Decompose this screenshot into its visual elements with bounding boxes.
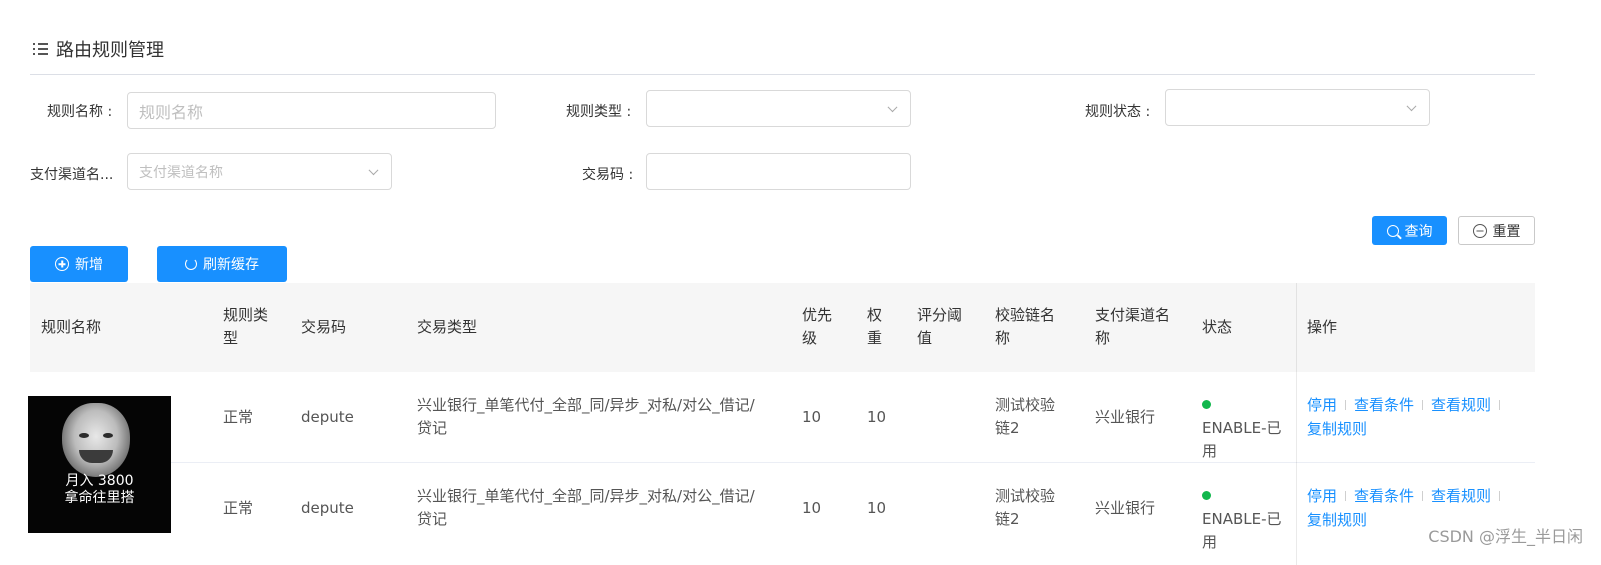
column-header-channel: 支付渠道名 称 [1095, 306, 1171, 347]
rule-name-label: 规则名称 : [47, 104, 113, 120]
reset-button[interactable]: 重置 [1458, 216, 1535, 245]
search-icon [1386, 224, 1399, 237]
watermark-text: CSDN @浮生_半日闲 [1428, 527, 1583, 546]
status-text: ENABLE-已 用 [1202, 419, 1282, 460]
chevron-down-icon [1406, 100, 1417, 111]
column-header-weight: 权 重 [867, 306, 883, 347]
page-title: 路由规则管理 [33, 36, 164, 62]
copy-rule-link[interactable]: 复制规则 [1307, 420, 1367, 438]
list-icon [33, 43, 48, 55]
channel-name-label: 支付渠道名... [30, 167, 114, 183]
view-rule-link[interactable]: 查看规则 [1431, 487, 1491, 505]
rule-type-label: 规则类型 : [566, 104, 632, 120]
trade-code-input[interactable] [646, 153, 911, 190]
column-header-status: 状态 [1202, 318, 1233, 336]
rule-type-select[interactable] [646, 90, 911, 127]
cell-priority: 10 [802, 408, 822, 426]
chevron-down-icon [887, 101, 898, 112]
rule-status-select[interactable] [1165, 89, 1430, 126]
view-conditions-link[interactable]: 查看条件 [1354, 396, 1414, 414]
header-divider [30, 74, 1535, 75]
rule-name-placeholder: 规则名称 [139, 102, 204, 122]
cell-channel: 兴业银行 [1095, 408, 1156, 426]
meme-caption-line1: 月入 3800 [65, 473, 134, 489]
reset-button-label: 重置 [1492, 223, 1521, 240]
view-conditions-link[interactable]: 查看条件 [1354, 487, 1414, 505]
column-header-actions: 操作 [1307, 318, 1338, 336]
status-dot [1202, 491, 1211, 500]
view-rule-link[interactable]: 查看规则 [1431, 396, 1491, 414]
cell-trade-type: 兴业银行_单笔代付_全部_同/异步_对私/对公_借记/ 贷记 [417, 487, 755, 528]
rule-name-input[interactable]: 规则名称 [127, 92, 496, 129]
column-header-rule-type: 规则类 型 [223, 306, 269, 347]
chevron-down-icon [368, 164, 379, 175]
copy-rule-link[interactable]: 复制规则 [1307, 511, 1367, 529]
query-button[interactable]: 查询 [1372, 216, 1447, 245]
cell-chain-name: 测试校验 链2 [995, 487, 1056, 528]
add-button[interactable]: 新增 [30, 246, 128, 282]
plus-circle-icon [55, 257, 69, 271]
query-button-label: 查询 [1404, 223, 1433, 240]
row-actions: 停用 查看条件 查看规则 复制规则 [1307, 394, 1508, 442]
disable-link[interactable]: 停用 [1307, 396, 1337, 414]
cell-trade-type: 兴业银行_单笔代付_全部_同/异步_对私/对公_借记/ 贷记 [417, 396, 755, 437]
column-header-chain-name: 校验链名 称 [995, 306, 1056, 347]
refresh-icon [185, 258, 197, 270]
page-title-text: 路由规则管理 [56, 40, 164, 61]
cell-status: ENABLE-已 用 [1202, 394, 1302, 463]
meme-image: 月入 3800 拿命往里搭 [28, 396, 171, 533]
cell-priority: 10 [802, 499, 822, 517]
cell-trade-code: depute [301, 499, 354, 517]
column-header-priority: 优先 级 [802, 306, 833, 347]
cell-trade-code: depute [301, 408, 354, 426]
refresh-cache-button[interactable]: 刷新缓存 [157, 246, 287, 282]
cell-channel: 兴业银行 [1095, 499, 1156, 517]
rule-status-label: 规则状态 : [1085, 104, 1151, 120]
cell-rule-type: 正常 [223, 499, 254, 517]
cell-status: ENABLE-已 用 [1202, 485, 1302, 554]
column-header-trade-code: 交易码 [301, 318, 347, 336]
meme-caption-line2: 拿命往里搭 [64, 490, 135, 506]
status-dot [1202, 400, 1211, 409]
refresh-cache-button-label: 刷新缓存 [203, 257, 259, 273]
channel-name-placeholder: 支付渠道名称 [139, 164, 223, 181]
cell-weight: 10 [867, 499, 887, 517]
face-illustration [62, 403, 130, 477]
disable-link[interactable]: 停用 [1307, 487, 1337, 505]
column-header-trade-type: 交易类型 [417, 318, 478, 336]
trade-code-label: 交易码 : [582, 167, 634, 183]
channel-name-select[interactable]: 支付渠道名称 [127, 153, 392, 190]
add-button-label: 新增 [75, 257, 103, 273]
column-header-threshold: 评分阈 值 [917, 306, 963, 347]
status-text: ENABLE-已 用 [1202, 510, 1282, 551]
minus-circle-icon [1472, 223, 1487, 238]
cell-chain-name: 测试校验 链2 [995, 396, 1056, 437]
column-header-rule-name: 规则名称 [41, 318, 102, 336]
cell-rule-type: 正常 [223, 408, 254, 426]
cell-weight: 10 [867, 408, 887, 426]
